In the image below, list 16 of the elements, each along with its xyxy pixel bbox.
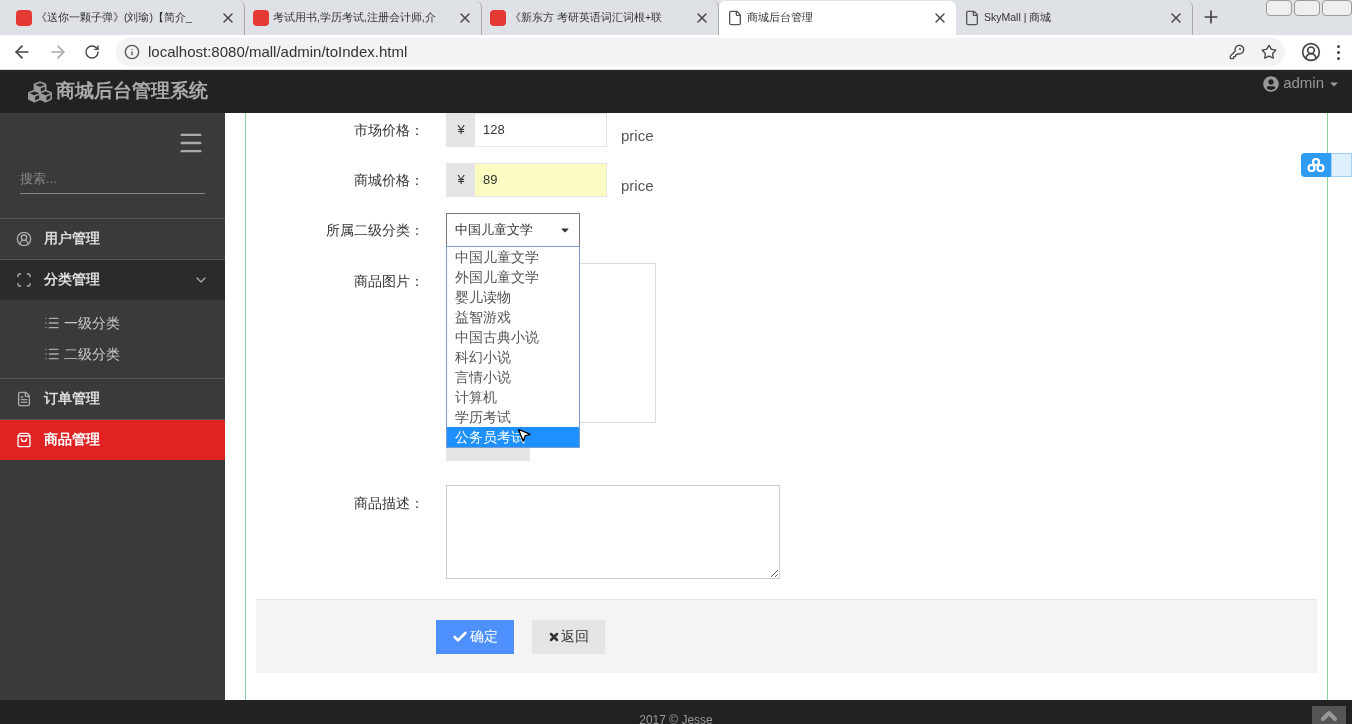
unit-text: price [621, 125, 654, 146]
currency-symbol: ¥ [447, 164, 475, 196]
tab-title: SkyMall | 商城 [984, 10, 1053, 26]
field-label: 商品图片： [353, 272, 424, 291]
field-label: 商品描述： [353, 494, 424, 513]
unit-text: price [621, 175, 654, 196]
field-label: 商城价格： [353, 170, 424, 190]
tab-title: 《送你一颗子弹》(刘瑜)【简介_ [36, 10, 193, 26]
field-label: 所属二级分类： [325, 220, 424, 240]
app-title: 商城后台管理系统 [56, 79, 208, 104]
tab-title: 《新东方 考研英语词汇词根+联 [510, 10, 664, 26]
currency-symbol: ¥ [447, 114, 475, 146]
tab-title: 考试用书,学历考试,注册会计师,介 [273, 10, 437, 26]
tab-title: 商城后台管理 [747, 10, 814, 26]
field-label: 市场价格： [353, 120, 424, 140]
footer: 2017 © Jesse [0, 700, 1352, 724]
